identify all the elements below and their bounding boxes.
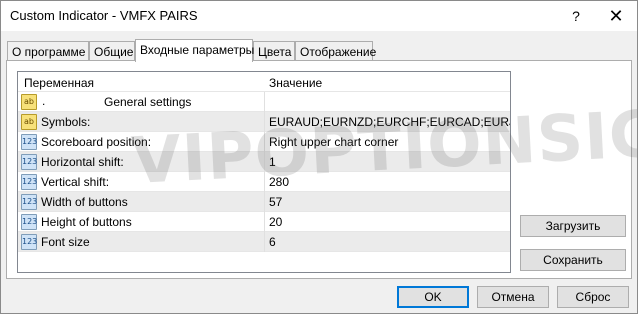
table-row[interactable]: 123 Horizontal shift: 1 (18, 152, 510, 172)
table-row[interactable]: 123 Font size 6 (18, 232, 510, 252)
parameter-value[interactable]: 20 (266, 212, 510, 232)
tab-inputs[interactable]: Входные параметры (135, 39, 254, 62)
tab-about[interactable]: О программе (7, 41, 89, 61)
tab-common[interactable]: Общие (89, 41, 135, 61)
parameter-value[interactable]: 1 (266, 152, 510, 172)
parameter-name: Font size (41, 235, 90, 249)
table-row[interactable]: 123 Scoreboard position: Right upper cha… (18, 132, 510, 152)
string-type-icon: ab (21, 114, 37, 130)
number-type-icon: 123 (21, 174, 37, 190)
grid-header: Переменная Значение (18, 72, 510, 92)
save-button[interactable]: Сохранить (520, 249, 626, 271)
parameter-name: Height of buttons (41, 215, 132, 229)
row-marker: . (42, 94, 46, 108)
number-type-icon: 123 (21, 134, 37, 150)
parameter-value[interactable] (266, 92, 510, 112)
reset-button[interactable]: Сброс (557, 286, 629, 308)
custom-indicator-dialog: Custom Indicator - VMFX PAIRS ? ✕ О прог… (0, 0, 638, 314)
cancel-button[interactable]: Отмена (477, 286, 549, 308)
help-button[interactable]: ? (561, 5, 591, 27)
load-button[interactable]: Загрузить (520, 215, 626, 237)
tab-visualization[interactable]: Отображение (295, 41, 376, 61)
column-header-value[interactable]: Значение (269, 76, 322, 90)
parameters-grid: Переменная Значение ab . General setting… (17, 71, 511, 273)
parameter-name: Horizontal shift: (41, 155, 124, 169)
parameter-name: Vertical shift: (41, 175, 110, 189)
parameter-value[interactable]: Right upper chart corner (266, 132, 510, 152)
parameter-value[interactable]: 57 (266, 192, 510, 212)
table-row[interactable]: 123 Vertical shift: 280 (18, 172, 510, 192)
window-title: Custom Indicator - VMFX PAIRS (10, 8, 198, 23)
title-bar: Custom Indicator - VMFX PAIRS ? ✕ (1, 1, 637, 31)
parameter-name: Scoreboard position: (41, 135, 152, 149)
table-row[interactable]: 123 Width of buttons 57 (18, 192, 510, 212)
table-row[interactable]: 123 Height of buttons 20 (18, 212, 510, 232)
table-row[interactable]: ab . General settings (18, 92, 510, 112)
close-button[interactable]: ✕ (601, 5, 631, 27)
parameter-value[interactable]: EURAUD;EURNZD;EURCHF;EURCAD;EURJP... (266, 112, 510, 132)
parameter-value[interactable]: 6 (266, 232, 510, 252)
number-type-icon: 123 (21, 154, 37, 170)
parameter-name: Symbols: (41, 115, 91, 129)
parameter-name: General settings (104, 95, 192, 109)
number-type-icon: 123 (21, 194, 37, 210)
table-row[interactable]: ab Symbols: EURAUD;EURNZD;EURCHF;EURCAD;… (18, 112, 510, 132)
parameter-name: Width of buttons (41, 195, 128, 209)
parameter-value[interactable]: 280 (266, 172, 510, 192)
ok-button[interactable]: OK (397, 286, 469, 308)
number-type-icon: 123 (21, 214, 37, 230)
tab-colors[interactable]: Цвета (253, 41, 295, 61)
number-type-icon: 123 (21, 234, 37, 250)
string-type-icon: ab (21, 94, 37, 110)
column-header-variable[interactable]: Переменная (24, 76, 94, 90)
